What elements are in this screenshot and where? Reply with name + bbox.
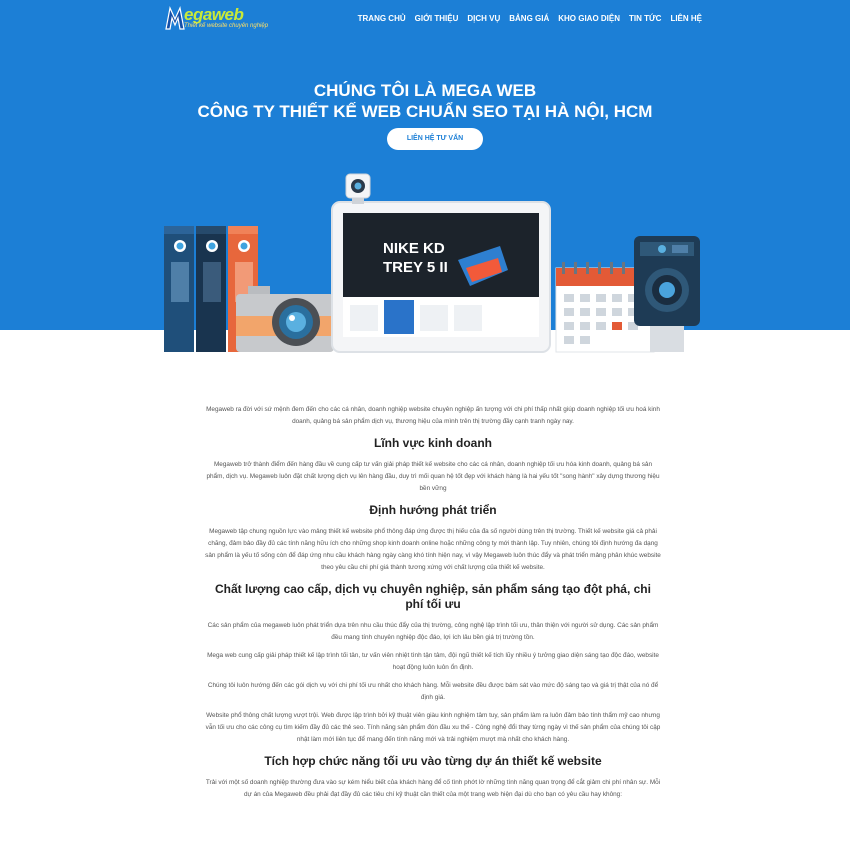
nav-item-about[interactable]: GIỚI THIỆU xyxy=(415,14,459,23)
screen-headline-line-2: TREY 5 II xyxy=(383,259,448,276)
heading-business-field: Lĩnh vực kinh doanh xyxy=(373,436,493,450)
quality-paragraph-4: Website phổ thông chất lượng vượt trội. … xyxy=(205,712,661,743)
top-header: egaweb Thiết kế website chuyên nghiệp TR… xyxy=(0,0,850,36)
contact-consult-button[interactable]: LIÊN HỆ TƯ VẤN xyxy=(387,128,483,150)
nav-item-services[interactable]: DỊCH VỤ xyxy=(467,14,500,23)
hero-title: CHÚNG TÔI LÀ MEGA WEB CÔNG TY THIẾT KẾ W… xyxy=(0,80,850,122)
development-direction-paragraph: Megaweb tập chung nguồn lực vào mảng thi… xyxy=(205,528,661,571)
intro-paragraph: Megaweb ra đời với sứ mệnh đem đến cho c… xyxy=(206,406,660,425)
business-field-paragraph: Megaweb trở thành điểm đến hàng đầu về c… xyxy=(206,461,660,492)
hero-title-line-1: CHÚNG TÔI LÀ MEGA WEB xyxy=(313,81,537,100)
screen-headline-line-1: NIKE KD xyxy=(383,240,445,257)
logo[interactable]: egaweb Thiết kế website chuyên nghiệp xyxy=(164,4,274,32)
heading-integration: Tích hợp chức năng tối ưu vào từng dự án… xyxy=(264,754,602,768)
logo-m-icon xyxy=(165,6,185,30)
nav-item-home[interactable]: TRANG CHỦ xyxy=(358,14,406,23)
hero-title-line-2: CÔNG TY THIẾT KẾ WEB CHUẨN SEO TẠI HÀ NỘ… xyxy=(197,102,653,121)
quality-paragraph-1: Các sản phẩm của megaweb luôn phát triển… xyxy=(207,622,659,641)
integration-paragraph: Trải với một số doanh nghiệp thường đưa … xyxy=(205,779,661,798)
logo-text: egaweb xyxy=(184,5,244,24)
main-content: Megaweb ra đời với sứ mệnh đem đến cho c… xyxy=(205,404,661,801)
monitor-icon: NIKE KD TREY 5 II xyxy=(331,201,551,353)
camera-icon xyxy=(236,286,334,352)
logo-tagline: Thiết kế website chuyên nghiệp xyxy=(184,23,269,29)
heading-quality: Chất lượng cao cấp, dịch vụ chuyên nghiệ… xyxy=(215,582,651,611)
main-nav: TRANG CHỦ GIỚI THIỆU DỊCH VỤ BẢNG GIÁ KH… xyxy=(349,0,702,36)
nav-item-contact[interactable]: LIÊN HỆ xyxy=(670,14,702,23)
quality-paragraph-3: Chúng tôi luôn hướng đến các gói dịch vụ… xyxy=(207,682,659,701)
quality-paragraph-2: Mega web cung cấp giải pháp thiết kế lập… xyxy=(207,652,659,671)
nav-item-news[interactable]: TIN TỨC xyxy=(629,14,661,23)
nav-item-templates[interactable]: KHO GIAO DIỆN xyxy=(558,14,620,23)
nav-item-pricing[interactable]: BẢNG GIÁ xyxy=(509,14,549,23)
heading-development-direction: Định hướng phát triển xyxy=(369,503,497,517)
